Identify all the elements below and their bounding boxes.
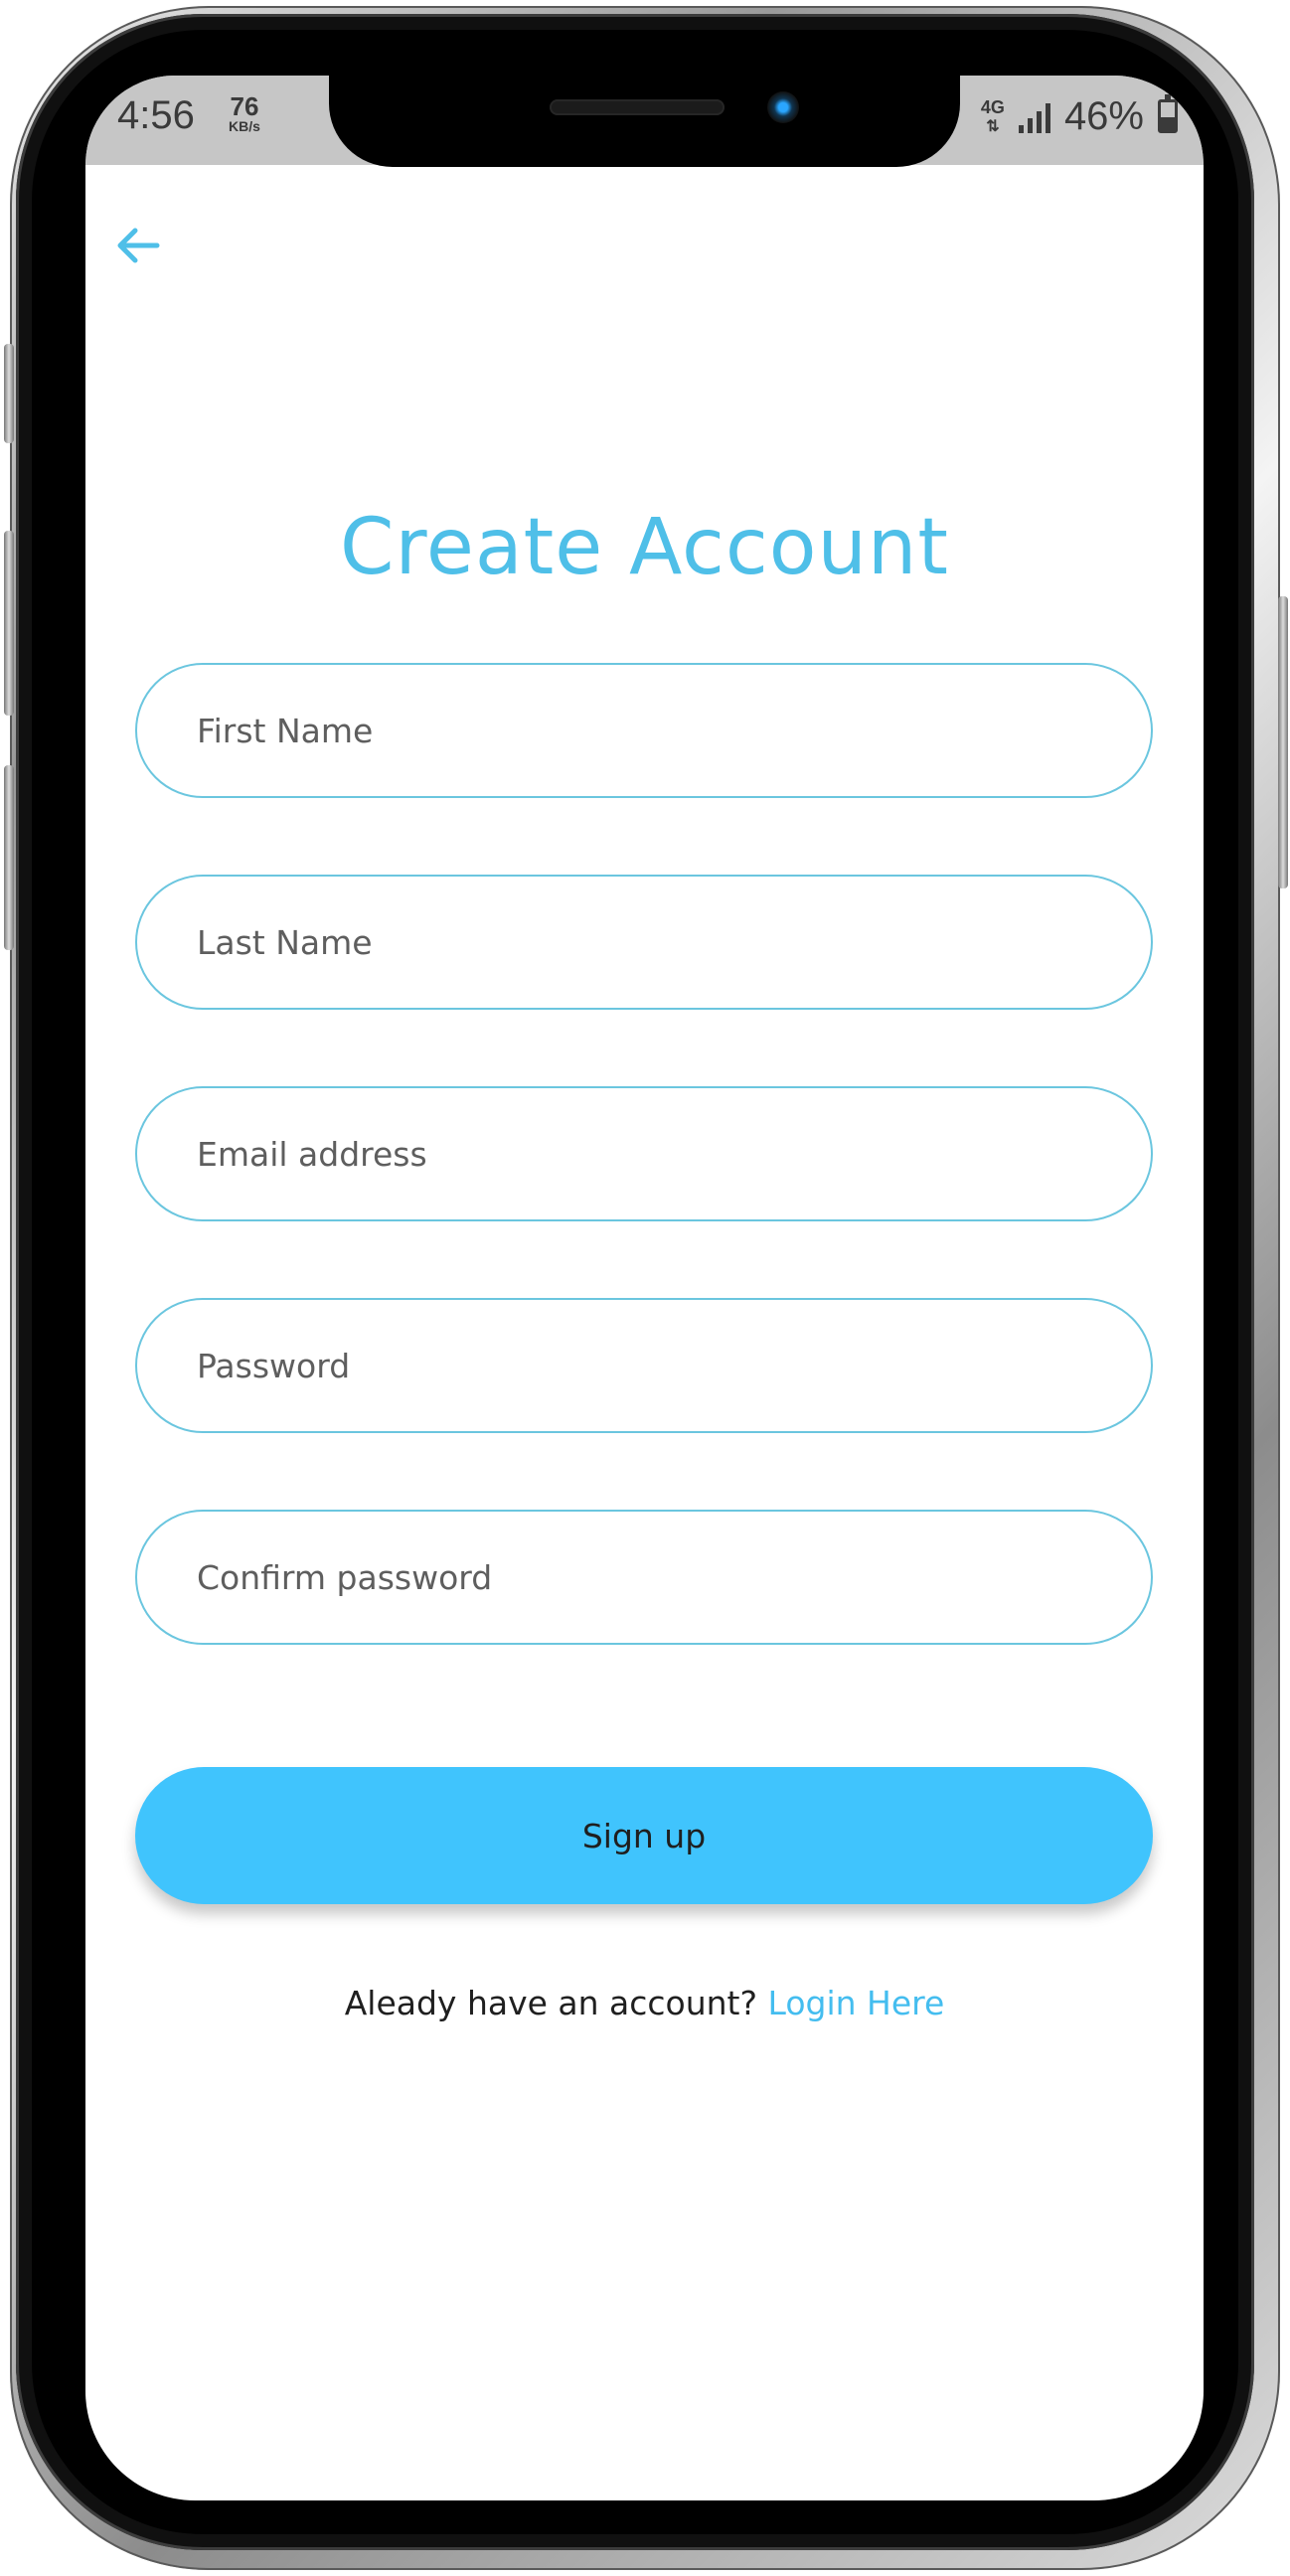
first-name-field[interactable] bbox=[135, 663, 1153, 798]
password-input[interactable] bbox=[195, 1345, 1093, 1386]
back-button[interactable] bbox=[103, 211, 173, 280]
signal-strength-icon bbox=[1018, 99, 1050, 133]
login-link[interactable]: Login Here bbox=[768, 1984, 945, 2022]
first-name-input[interactable] bbox=[195, 710, 1093, 751]
arrow-left-icon bbox=[117, 228, 160, 263]
phone-side-button-left-middle bbox=[4, 531, 14, 716]
battery-percent: 46% bbox=[1063, 93, 1144, 138]
phone-side-button-right bbox=[1278, 596, 1288, 888]
phone-side-button-left-bottom bbox=[4, 765, 14, 950]
login-prompt-text: Aleady have an account? bbox=[344, 1984, 758, 2022]
status-time: 4:56 bbox=[117, 93, 195, 137]
confirm-password-input[interactable] bbox=[195, 1556, 1093, 1598]
page-title: Create Account bbox=[340, 503, 949, 592]
email-input[interactable] bbox=[195, 1133, 1093, 1175]
data-arrows-icon: ⇅ bbox=[986, 117, 1000, 135]
email-field[interactable] bbox=[135, 1086, 1153, 1221]
network-speed: 76 KB/s bbox=[215, 93, 274, 133]
phone-side-button-left-top bbox=[4, 344, 14, 443]
network-type-label: 4G bbox=[980, 96, 1005, 117]
last-name-input[interactable] bbox=[195, 921, 1093, 963]
earpiece-speaker bbox=[550, 99, 725, 115]
signup-button[interactable]: Sign up bbox=[135, 1767, 1153, 1904]
login-prompt: Aleady have an account? Login Here bbox=[85, 1984, 1204, 2022]
battery-icon bbox=[1158, 94, 1178, 133]
password-field[interactable] bbox=[135, 1298, 1153, 1433]
network-speed-value: 76 bbox=[230, 91, 259, 121]
camera-notch bbox=[329, 76, 960, 167]
network-type: 4G ⇅ bbox=[981, 98, 1005, 135]
status-indicators: 4G ⇅ 46% bbox=[981, 91, 1178, 141]
last-name-field[interactable] bbox=[135, 875, 1153, 1010]
app-screen: 4:56 76 KB/s 4G ⇅ 46% Create Account Fir… bbox=[85, 76, 1204, 2500]
confirm-password-field[interactable] bbox=[135, 1510, 1153, 1645]
front-camera-icon bbox=[767, 91, 799, 123]
network-speed-unit: KB/s bbox=[229, 118, 260, 134]
